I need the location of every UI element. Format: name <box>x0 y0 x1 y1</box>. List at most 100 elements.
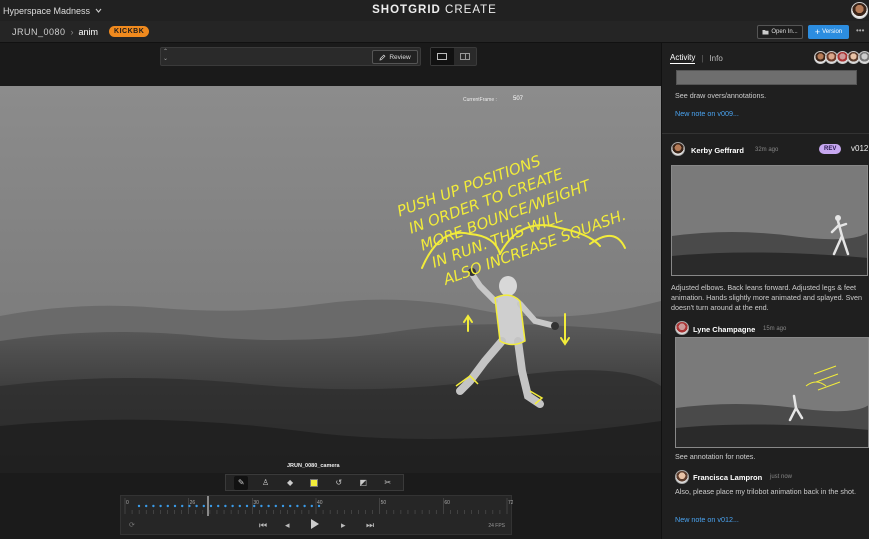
note-marker[interactable] <box>231 504 234 508</box>
skip-end-icon[interactable]: ⏭ <box>366 520 374 531</box>
version-selector[interactable]: ⌃ ⌄ Review <box>160 47 421 66</box>
annotation-preview <box>676 338 868 447</box>
note-marker[interactable] <box>296 504 299 508</box>
note-marker[interactable] <box>202 504 205 508</box>
color-picker[interactable] <box>307 476 321 490</box>
note-time: 32m ago <box>755 147 779 153</box>
note-marker[interactable] <box>152 504 155 508</box>
note-time: 15m ago <box>763 326 787 332</box>
version-number[interactable]: v012 <box>851 144 868 153</box>
annotation-thumbnail[interactable] <box>675 337 869 448</box>
loop-icon[interactable]: ⟳ <box>129 521 135 529</box>
note-marker[interactable] <box>145 504 148 508</box>
note-time: just now <box>770 474 793 480</box>
note-marker[interactable] <box>217 504 220 508</box>
single-view-button[interactable] <box>431 48 454 65</box>
plus-icon: + <box>814 27 821 37</box>
brand-bold: SHOTGRID <box>372 4 441 16</box>
note-text: Also, please place my trilobot animation… <box>675 487 856 496</box>
fps-display: 24 FPS <box>488 523 505 529</box>
note-marker[interactable] <box>166 504 169 508</box>
ruler-tick-label: 72 <box>508 500 513 506</box>
note-marker[interactable] <box>260 504 263 508</box>
note-text: Adjusted elbows. Back leans forward. Adj… <box>671 283 862 312</box>
open-in-label: Open In... <box>771 29 798 35</box>
note-marker[interactable] <box>253 504 256 508</box>
rev-badge: REV <box>819 144 842 154</box>
step-back-icon[interactable]: ◂ <box>285 520 290 531</box>
avatar <box>675 470 689 484</box>
version-preview <box>672 166 867 275</box>
clear-annotations-icon[interactable]: ✂ <box>381 476 395 490</box>
note-text: See annotation for notes. <box>675 452 756 461</box>
avatar <box>671 142 685 156</box>
play-icon[interactable] <box>311 519 319 529</box>
note-marker[interactable] <box>289 504 292 508</box>
folder-icon <box>762 30 769 35</box>
tab-info[interactable]: Info <box>709 54 722 63</box>
shot-code[interactable]: JRUN_0080 <box>12 27 66 37</box>
note-marker[interactable] <box>224 504 227 508</box>
task-name[interactable]: anim <box>79 27 99 37</box>
note-author: Lyne Champagne <box>693 325 756 334</box>
marker-tool-icon[interactable]: ♙ <box>259 476 273 490</box>
current-frame-value: 507 <box>513 96 524 102</box>
note-marker[interactable] <box>281 504 285 508</box>
note-marker[interactable] <box>317 504 321 508</box>
step-forward-icon[interactable]: ▸ <box>341 520 346 531</box>
annotation-toolbar: ✎ ♙ ◆ ↺ ◩ ✂ <box>225 474 404 491</box>
version-stepper-icon[interactable]: ⌃ ⌄ <box>163 49 168 63</box>
split-view-button[interactable] <box>454 48 477 65</box>
user-avatar[interactable] <box>851 2 868 19</box>
split-view-icon <box>459 53 470 60</box>
note-marker[interactable] <box>245 504 249 508</box>
color-swatch <box>310 478 319 487</box>
new-note-link[interactable]: New note on v012... <box>675 515 739 524</box>
eraser-tool-icon[interactable]: ◆ <box>283 476 297 490</box>
review-button[interactable]: Review <box>372 50 418 64</box>
skip-start-icon[interactable]: ⏮ <box>259 520 267 531</box>
brand-light: CREATE <box>445 4 497 16</box>
divider <box>662 133 869 134</box>
note-marker[interactable] <box>137 504 141 508</box>
note-marker[interactable] <box>310 504 313 508</box>
viewer-toolbar: ⌃ ⌄ Review <box>0 43 661 86</box>
note-marker[interactable] <box>267 504 270 508</box>
note-author: Kerby Geffrard <box>691 146 744 155</box>
review-label: Review <box>389 53 411 61</box>
panel-tabs: Activity | Info <box>670 53 723 64</box>
previous-note-thumbnail[interactable] <box>676 70 857 85</box>
ruler-tick-label: 0 <box>126 500 129 506</box>
note-marker[interactable] <box>173 504 177 508</box>
note-marker[interactable] <box>303 504 306 508</box>
undo-icon[interactable]: ↺ <box>332 476 346 490</box>
note-marker[interactable] <box>238 504 241 508</box>
ruler-tick-label: 50 <box>381 500 387 506</box>
scene-render: PUSH UP POSITIONS IN ORDER TO CREATE MOR… <box>0 86 661 473</box>
status-badge[interactable]: KICKBK <box>109 26 150 37</box>
note-marker[interactable] <box>181 504 184 508</box>
pen-tool-icon[interactable]: ✎ <box>234 475 249 490</box>
timeline-ruler[interactable]: 0 26 30 40 50 60 72 <box>121 496 514 516</box>
tab-divider: | <box>701 54 704 63</box>
note-marker[interactable] <box>209 504 213 508</box>
ruler-graphic: 0 26 30 40 50 60 72 <box>124 496 514 516</box>
media-viewport[interactable]: PUSH UP POSITIONS IN ORDER TO CREATE MOR… <box>0 86 661 473</box>
more-icon[interactable]: ••• <box>856 26 864 35</box>
top-bar: Hyperspace Madness SHOTGRID CREATE <box>0 0 869 21</box>
note-marker[interactable] <box>188 504 191 508</box>
note-marker[interactable] <box>195 504 198 508</box>
breadcrumb-separator: › <box>70 26 74 37</box>
note-author: Francisca Lampron <box>693 473 763 482</box>
version-thumbnail[interactable] <box>671 165 868 276</box>
tab-activity[interactable]: Activity <box>670 53 696 64</box>
note-marker[interactable] <box>159 504 162 508</box>
open-in-button[interactable]: Open In... <box>757 25 803 39</box>
contrast-icon[interactable]: ◩ <box>356 476 370 490</box>
participant-avatars[interactable] <box>814 51 869 64</box>
timeline: 0 26 30 40 50 60 72 ⟳ ⏮ ◂ ▸ ⏭ 24 FPS <box>120 495 514 535</box>
note-text: See draw overs/annotations. <box>675 91 767 100</box>
note-marker[interactable] <box>274 504 277 508</box>
new-note-link[interactable]: New note on v009... <box>675 109 739 118</box>
version-button[interactable]: + Version <box>808 25 849 39</box>
